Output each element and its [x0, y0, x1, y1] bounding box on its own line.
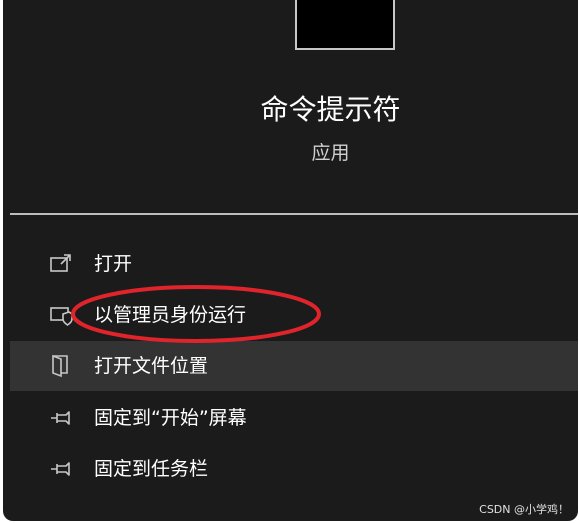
- context-panel: 命令提示符 应用 打开 以管理员身份运行 打开文件位置 固定到“开始”屏幕 固定…: [3, 0, 578, 521]
- menu-item-run-as-admin[interactable]: 以管理员身份运行: [10, 290, 578, 340]
- file-location-icon: [52, 354, 68, 378]
- menu-item-pin-to-start[interactable]: 固定到“开始”屏幕: [10, 393, 578, 443]
- app-title: 命令提示符: [260, 93, 401, 126]
- pin-icon: [51, 462, 70, 476]
- pin-icon: [51, 411, 70, 425]
- app-subtitle: 应用: [311, 142, 350, 164]
- menu-item-label: 以管理员身份运行: [94, 304, 247, 326]
- menu-item-label: 固定到“开始”屏幕: [94, 407, 247, 429]
- watermark: CSDN @小学鸡！: [479, 503, 569, 516]
- command-prompt-app-icon[interactable]: [295, 0, 395, 50]
- open-external-icon: [50, 254, 71, 272]
- run-as-admin-icon: [50, 307, 73, 326]
- divider: [10, 213, 578, 215]
- menu-item-open-file-location[interactable]: 打开文件位置: [10, 341, 578, 391]
- menu-item-label: 打开: [94, 253, 133, 275]
- menu-item-pin-to-taskbar[interactable]: 固定到任务栏: [10, 444, 578, 494]
- menu-item-label: 固定到任务栏: [94, 458, 209, 480]
- menu-item-label: 打开文件位置: [94, 355, 209, 377]
- menu-item-open[interactable]: 打开: [10, 239, 578, 289]
